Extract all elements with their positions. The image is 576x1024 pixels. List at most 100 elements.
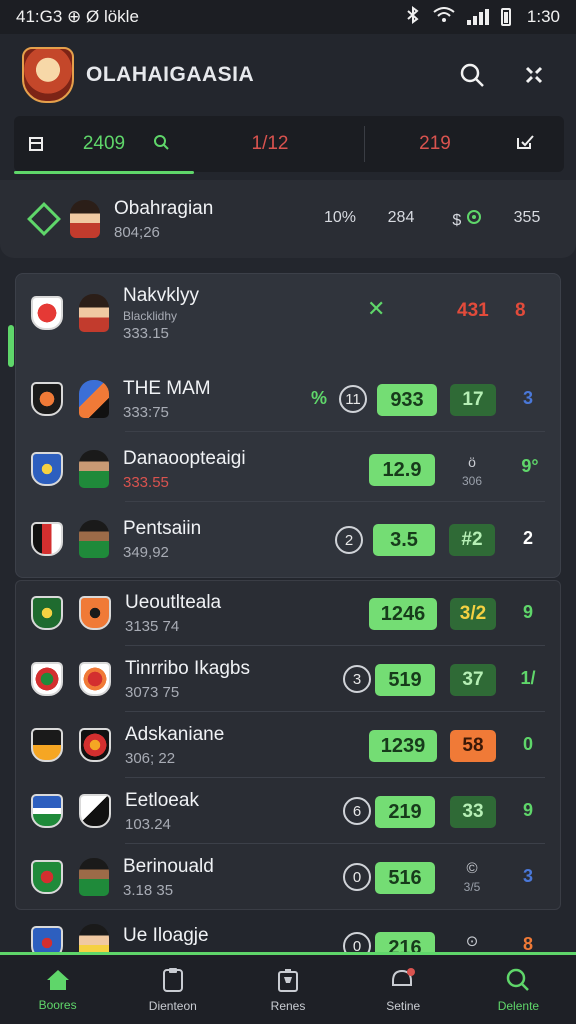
row-end: 1/ bbox=[520, 668, 536, 688]
status-clock: 1:30 bbox=[526, 7, 560, 26]
row-small-icon: ö bbox=[468, 454, 476, 470]
row-info: Pentsaiin 349,92 bbox=[123, 518, 313, 561]
featured-sub: 804;26 bbox=[114, 223, 160, 241]
featured-stat-3-text: $ bbox=[452, 211, 462, 229]
featured-stat-4: 355 bbox=[513, 208, 541, 226]
list-item[interactable]: THE MAM 333:75 % 11 933 17 3 bbox=[15, 366, 561, 432]
nav-label: Boores bbox=[38, 997, 77, 1012]
close-icon[interactable]: ✕ bbox=[367, 296, 385, 322]
avatar bbox=[70, 200, 100, 238]
row-name: Adskaniane bbox=[125, 723, 225, 745]
nav-setine[interactable]: Setine bbox=[346, 955, 461, 1024]
clipboard-icon bbox=[162, 967, 183, 992]
row-end: 8 bbox=[522, 934, 533, 952]
filter-value-2[interactable]: 1/12 bbox=[210, 133, 330, 155]
status-bar: 41:G3 ⊕ Ø lökle 1:30 bbox=[0, 0, 576, 34]
team-crest-icon bbox=[79, 794, 111, 828]
signal-icon bbox=[466, 9, 489, 25]
score-pill[interactable]: 519 bbox=[375, 664, 435, 696]
nav-delente[interactable]: Delente bbox=[461, 955, 576, 1024]
score-pill[interactable]: 12.9 bbox=[369, 454, 435, 486]
search-button[interactable] bbox=[452, 55, 492, 95]
row-name: Nakvklyy bbox=[123, 284, 200, 306]
team-crest-icon bbox=[31, 860, 63, 894]
team-crest-icon bbox=[31, 596, 63, 630]
nav-label: Setine bbox=[386, 998, 421, 1013]
team-crest-icon bbox=[31, 926, 63, 952]
row-info: THE MAM 333:75 bbox=[123, 378, 313, 421]
nav-renes[interactable]: Renes bbox=[230, 955, 345, 1024]
row-name: Berinouald bbox=[123, 855, 214, 877]
nav-home[interactable]: Boores bbox=[0, 955, 115, 1024]
trophy-icon bbox=[278, 968, 298, 992]
row-small-icon: © bbox=[466, 860, 478, 877]
player-avatar bbox=[79, 450, 109, 488]
app-header: OLAHAIGAASIA bbox=[0, 34, 576, 116]
player-avatar bbox=[79, 520, 109, 558]
nav-label: Delente bbox=[497, 998, 540, 1013]
featured-stat-3: $ bbox=[436, 209, 498, 230]
drawer-handle[interactable] bbox=[8, 325, 14, 367]
tools-button[interactable] bbox=[514, 55, 554, 95]
status-icons: 1:30 bbox=[405, 5, 560, 29]
team-crest-icon bbox=[79, 662, 111, 696]
row-sub: 3073 75 bbox=[125, 683, 180, 701]
featured-info: Obahragian 804;26 bbox=[114, 198, 314, 241]
row-value: 431 bbox=[457, 300, 489, 321]
player-avatar bbox=[79, 858, 109, 896]
check-mark-icon[interactable] bbox=[136, 134, 186, 155]
score-pill[interactable]: 1246 bbox=[369, 598, 437, 630]
filter-value-3[interactable]: 219 bbox=[365, 133, 505, 155]
row-circle: 0 bbox=[343, 932, 371, 952]
player-avatar bbox=[79, 380, 109, 418]
team-crest-icon bbox=[31, 728, 63, 762]
score-pill-dark[interactable]: 37 bbox=[450, 664, 496, 696]
row-info: Eetloeak 103.24 bbox=[125, 790, 315, 833]
team-crest-icon bbox=[31, 452, 63, 486]
team-crest-icon bbox=[31, 662, 63, 696]
app-logo bbox=[22, 47, 74, 103]
row-name: Tinrribo Ikagbs bbox=[125, 657, 250, 679]
list-item[interactable]: Ueoutlteala 3135 74 1246 3/2 9 bbox=[15, 580, 561, 646]
battery-icon bbox=[500, 8, 511, 26]
row-small-sub: 3/5 bbox=[463, 880, 481, 894]
score-pill[interactable]: 3.5 bbox=[373, 524, 435, 556]
row-sub: 349,92 bbox=[123, 543, 169, 561]
featured-stat-1: 10% bbox=[323, 208, 357, 226]
score-pill-orange[interactable]: 58 bbox=[450, 730, 496, 762]
list-item[interactable]: Ue Iloagje 0 216 ⊙ 8 bbox=[15, 912, 561, 952]
score-pill-dark[interactable]: 17 bbox=[450, 384, 496, 416]
score-pill[interactable]: 516 bbox=[375, 862, 435, 894]
score-pill-dark[interactable]: #2 bbox=[449, 524, 495, 556]
score-pill[interactable]: 1239 bbox=[369, 730, 437, 762]
row-end: 0 bbox=[522, 734, 533, 754]
home-icon bbox=[46, 969, 69, 990]
row-tag: % bbox=[311, 388, 328, 408]
score-pill[interactable]: 933 bbox=[377, 384, 437, 416]
list-item[interactable]: Tinrribo Ikagbs 3073 75 3 519 37 1/ bbox=[15, 646, 561, 712]
row-info: Ueoutlteala 3135 74 bbox=[125, 592, 315, 635]
filter-value-1[interactable]: 2409 bbox=[72, 133, 136, 155]
featured-player[interactable]: Obahragian 804;26 10% 284 $ 355 bbox=[0, 180, 576, 258]
score-pill-dark[interactable]: 3/2 bbox=[450, 598, 496, 630]
list-item[interactable]: Nakvklyy Blacklidhy 333.15 ✕ 431 8 bbox=[15, 280, 561, 346]
row-end: 9 bbox=[522, 800, 533, 820]
score-pill-dark[interactable]: 33 bbox=[450, 796, 496, 828]
list-item[interactable]: Eetloeak 103.24 6 219 33 9 bbox=[15, 778, 561, 844]
filter-toggle[interactable] bbox=[14, 137, 58, 151]
square-icon bbox=[29, 137, 43, 151]
row-end: 9° bbox=[521, 456, 539, 476]
list-item[interactable]: Pentsaiin 349,92 2 3.5 #2 2 bbox=[15, 506, 561, 572]
list-item[interactable]: Berinouald 3.18 35 0 516 © 3/5 3 bbox=[15, 844, 561, 910]
score-pill[interactable]: 219 bbox=[375, 796, 435, 828]
list-item[interactable]: Adskaniane 306; 22 1239 58 0 bbox=[15, 712, 561, 778]
row-sub: 103.24 bbox=[125, 815, 171, 833]
score-pill[interactable]: 216 bbox=[375, 932, 435, 952]
divider bbox=[125, 431, 545, 432]
edit-icon[interactable] bbox=[505, 134, 545, 155]
app-title: OLAHAIGAASIA bbox=[86, 63, 255, 86]
list-item[interactable]: Danaoopteaigi 333.55 12.9 ö 306 9° bbox=[15, 436, 561, 502]
nav-dienteon[interactable]: Dienteon bbox=[115, 955, 230, 1024]
row-name: Ue Iloagje bbox=[123, 925, 209, 946]
row-end: 8 bbox=[515, 300, 526, 321]
